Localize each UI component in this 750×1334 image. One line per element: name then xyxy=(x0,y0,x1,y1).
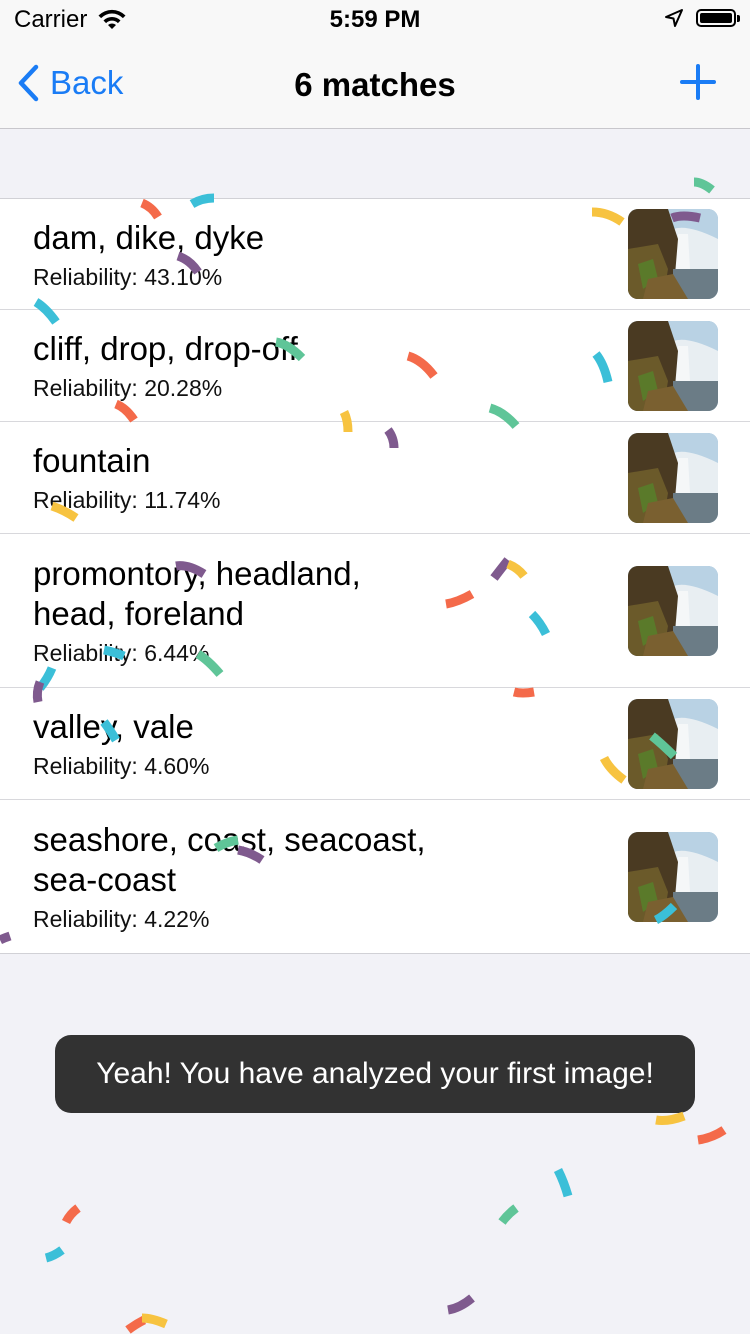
waterfall-thumbnail-image xyxy=(628,565,718,656)
confetti-piece xyxy=(697,1126,727,1145)
confetti-piece xyxy=(655,1111,686,1125)
navigation-bar: Back 6 matches xyxy=(0,40,750,129)
confetti-piece xyxy=(61,1204,81,1225)
confetti-piece xyxy=(553,1167,573,1198)
result-thumbnail xyxy=(628,209,718,299)
toast-message: Yeah! You have analyzed your first image… xyxy=(55,1035,695,1113)
result-reliability: Reliability: 6.44% xyxy=(33,640,210,666)
results-list: dam, dike, dyke Reliability: 43.10% clif… xyxy=(0,198,750,954)
result-row[interactable]: promontory, headland, head, foreland Rel… xyxy=(0,534,750,688)
result-thumbnail xyxy=(628,320,718,411)
result-text: fountain Reliability: 11.74% xyxy=(0,441,628,514)
result-reliability: Reliability: 20.28% xyxy=(33,375,223,401)
result-thumbnail xyxy=(628,831,718,922)
result-text: cliff, drop, drop-off Reliability: 20.28… xyxy=(0,329,628,402)
result-row[interactable]: cliff, drop, drop-off Reliability: 20.28… xyxy=(0,310,750,422)
result-text: valley, vale Reliability: 4.60% xyxy=(0,707,628,780)
result-thumbnail xyxy=(628,565,718,656)
confetti-piece xyxy=(125,1315,147,1334)
status-time: 5:59 PM xyxy=(329,6,421,33)
waterfall-thumbnail-image xyxy=(628,698,718,789)
result-text: seashore, coast, seacoast, sea-coast Rel… xyxy=(0,820,628,933)
result-thumbnail xyxy=(628,432,718,523)
status-bar: Carrier 5:59 PM xyxy=(0,0,750,40)
result-title: valley, vale xyxy=(33,708,194,745)
status-right xyxy=(664,8,740,28)
result-title: dam, dike, dyke xyxy=(33,218,265,256)
result-title: seashore, coast, seacoast, sea-coast xyxy=(33,821,426,898)
waterfall-thumbnail-image xyxy=(628,432,718,523)
confetti-piece xyxy=(447,1294,475,1315)
plus-icon xyxy=(680,64,716,100)
result-reliability: Reliability: 4.60% xyxy=(33,753,210,779)
confetti-piece xyxy=(498,1204,519,1225)
result-title: cliff, drop, drop-off xyxy=(33,330,298,367)
add-button[interactable] xyxy=(680,64,716,105)
confetti-piece xyxy=(693,177,715,194)
confetti-piece xyxy=(141,1313,168,1329)
result-reliability: Reliability: 43.10% xyxy=(33,263,223,290)
location-arrow-icon xyxy=(665,9,683,27)
result-title: promontory, headland, head, foreland xyxy=(33,555,361,632)
result-text: dam, dike, dyke Reliability: 43.10% xyxy=(0,218,628,291)
battery-tip xyxy=(737,15,740,22)
result-reliability: Reliability: 11.74% xyxy=(33,487,221,513)
waterfall-thumbnail-image xyxy=(628,831,718,922)
result-row[interactable]: seashore, coast, seacoast, sea-coast Rel… xyxy=(0,800,750,953)
result-reliability: Reliability: 4.22% xyxy=(33,906,210,932)
result-thumbnail xyxy=(628,698,718,789)
result-title: fountain xyxy=(33,442,151,479)
result-text: promontory, headland, head, foreland Rel… xyxy=(0,554,628,667)
battery-fill xyxy=(700,13,732,23)
result-row[interactable]: valley, vale Reliability: 4.60% xyxy=(0,688,750,800)
page-title: 6 matches xyxy=(294,66,456,103)
waterfall-thumbnail-image xyxy=(628,209,718,299)
waterfall-thumbnail-image xyxy=(628,320,718,411)
battery-icon xyxy=(696,9,740,27)
confetti-piece xyxy=(44,1246,65,1263)
result-row[interactable]: fountain Reliability: 11.74% xyxy=(0,422,750,534)
result-row[interactable]: dam, dike, dyke Reliability: 43.10% xyxy=(0,199,750,310)
